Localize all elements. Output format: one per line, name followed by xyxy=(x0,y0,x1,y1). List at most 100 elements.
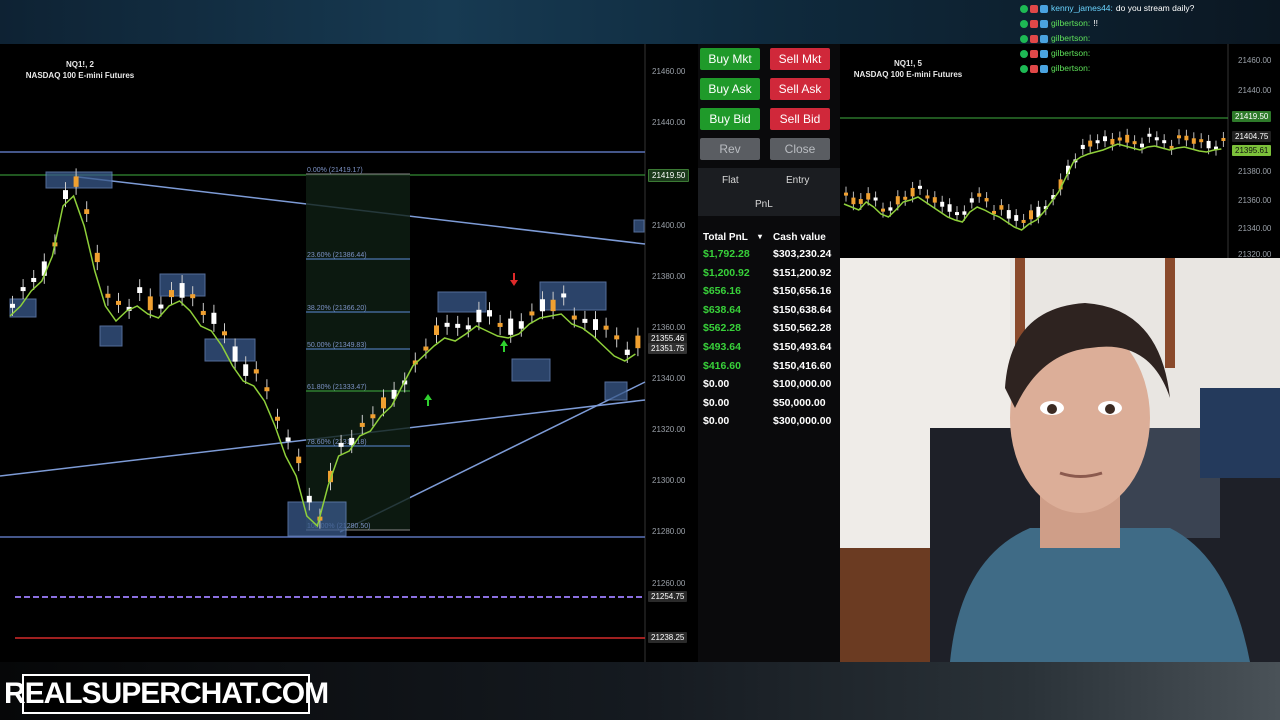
candle xyxy=(1117,137,1122,141)
candle xyxy=(73,176,79,187)
candle xyxy=(253,369,259,374)
candle xyxy=(1154,137,1159,141)
pnl-row[interactable]: $1,792.28 $303,230.24 xyxy=(698,248,840,266)
sword-badge-icon xyxy=(1040,64,1048,73)
pnl-row[interactable]: $493.64 $150,493.64 xyxy=(698,341,840,359)
pnl-row[interactable]: $0.00 $50,000.00 xyxy=(698,397,840,415)
candle xyxy=(940,201,945,207)
sell-ask-button[interactable]: Sell Ask xyxy=(770,78,830,100)
sell-arrow-icon xyxy=(510,273,518,286)
close-button[interactable]: Close xyxy=(770,138,830,160)
candle xyxy=(1029,210,1033,220)
candle xyxy=(487,310,492,317)
pnl-row[interactable]: $0.00 $300,000.00 xyxy=(698,415,840,433)
candle xyxy=(1206,140,1211,149)
y-label: 21280.00 xyxy=(652,527,686,536)
buy-mkt-button[interactable]: Buy Mkt xyxy=(700,48,760,70)
sort-chevron-icon[interactable]: ▾ xyxy=(758,232,762,241)
candle xyxy=(285,437,291,442)
candle xyxy=(1199,139,1204,143)
candle xyxy=(296,456,302,464)
pnl-row[interactable]: $416.60 $150,416.60 xyxy=(698,360,840,378)
moderator-badge-icon xyxy=(1020,4,1028,13)
moderator-badge-icon xyxy=(1020,49,1028,58)
candle xyxy=(903,196,908,200)
tab-pnl[interactable]: PnL xyxy=(755,199,773,210)
buy-ask-button[interactable]: Buy Ask xyxy=(700,78,760,100)
candle xyxy=(10,303,15,308)
secondary-chart-name: NASDAQ 100 E-mini Futures xyxy=(853,70,963,79)
pnl-value: $0.00 xyxy=(703,378,730,391)
cash-value: $100,000.00 xyxy=(773,378,832,391)
candle xyxy=(455,323,461,328)
candle xyxy=(624,349,630,355)
y-label: 21380.00 xyxy=(1238,167,1272,176)
candle xyxy=(147,296,153,311)
candle xyxy=(179,283,185,298)
chat-username[interactable]: gilbertson: xyxy=(1051,18,1090,28)
candle xyxy=(873,197,878,201)
candle xyxy=(423,346,429,351)
chat-username[interactable]: kenny_james44: xyxy=(1051,3,1113,13)
candle xyxy=(932,197,937,203)
sword-badge-icon xyxy=(1040,34,1048,43)
candle xyxy=(444,322,450,327)
candle xyxy=(508,318,514,335)
candle xyxy=(359,422,365,427)
sword-badge-icon xyxy=(1040,19,1048,28)
candle xyxy=(1132,141,1137,145)
site-logo: REALSUPERCHAT.COM xyxy=(4,674,329,714)
candle xyxy=(190,294,196,299)
chat-message: kenny_james44: do you stream daily? xyxy=(1020,3,1194,18)
secondary-chart-symbol-title: NQ1!, 5 NASDAQ 100 E-mini Futures xyxy=(844,58,972,80)
pnl-row[interactable]: $0.00 $100,000.00 xyxy=(698,378,840,396)
pnl-value: $493.64 xyxy=(703,341,741,353)
zone-box xyxy=(99,325,123,347)
chat-username[interactable]: gilbertson: xyxy=(1051,48,1090,58)
fib-level-label: 0.00% (21419.17) xyxy=(307,167,363,174)
y-label: 21260.00 xyxy=(652,579,686,588)
tab-entry[interactable]: Entry xyxy=(786,175,809,186)
price-tag-ma: 21395.61 xyxy=(1232,145,1272,156)
chat-username[interactable]: gilbertson: xyxy=(1051,63,1090,73)
buy-bid-button[interactable]: Buy Bid xyxy=(700,108,760,130)
candle xyxy=(84,209,90,214)
tab-flat[interactable]: Flat xyxy=(722,175,739,186)
y-label: 21440.00 xyxy=(652,118,686,127)
subscriber-badge-icon xyxy=(1030,64,1038,73)
pnl-value: $562.28 xyxy=(703,322,741,335)
candle xyxy=(275,416,280,421)
rev-button[interactable]: Rev xyxy=(700,138,760,160)
sword-badge-icon xyxy=(1040,4,1048,13)
candle xyxy=(94,252,100,263)
sell-bid-button[interactable]: Sell Bid xyxy=(770,108,830,130)
candle xyxy=(1125,134,1130,143)
pnl-value: $0.00 xyxy=(703,415,730,428)
main-chart[interactable]: 0.00% (21419.17) 23.60% (21386.44) 38.20% … xyxy=(0,44,698,662)
candle xyxy=(20,287,26,292)
candle xyxy=(1006,210,1011,219)
sell-mkt-button[interactable]: Sell Mkt xyxy=(770,48,830,70)
chat-message: gilbertson: xyxy=(1020,48,1093,63)
cash-value: $150,562.28 xyxy=(773,322,832,335)
candle xyxy=(105,293,111,298)
pnl-row[interactable]: $562.28 $150,562.28 xyxy=(698,322,840,340)
pnl-row[interactable]: $656.16 $150,656.16 xyxy=(698,285,840,303)
candle xyxy=(561,293,567,298)
total-pnl-header[interactable]: Total PnL xyxy=(703,232,748,243)
y-label: 21300.00 xyxy=(652,476,686,485)
webcam-image xyxy=(840,258,1280,662)
pnl-row[interactable]: $638.64 $150,638.64 xyxy=(698,304,840,322)
chat-text: do you stream daily? xyxy=(1115,3,1195,13)
candle xyxy=(222,331,227,336)
candle xyxy=(947,204,952,212)
cash-value-header[interactable]: Cash value xyxy=(773,232,826,243)
candle xyxy=(200,310,206,315)
chat-username[interactable]: gilbertson: xyxy=(1051,33,1090,43)
candle xyxy=(858,199,863,204)
candle xyxy=(1147,133,1152,137)
pnl-row[interactable]: $1,200.92 $151,200.92 xyxy=(698,267,840,285)
main-chart-canvas[interactable]: 0.00% (21419.17) 23.60% (21386.44) 38.20% … xyxy=(0,44,698,662)
subscriber-badge-icon xyxy=(1030,49,1038,58)
candle xyxy=(63,190,68,200)
